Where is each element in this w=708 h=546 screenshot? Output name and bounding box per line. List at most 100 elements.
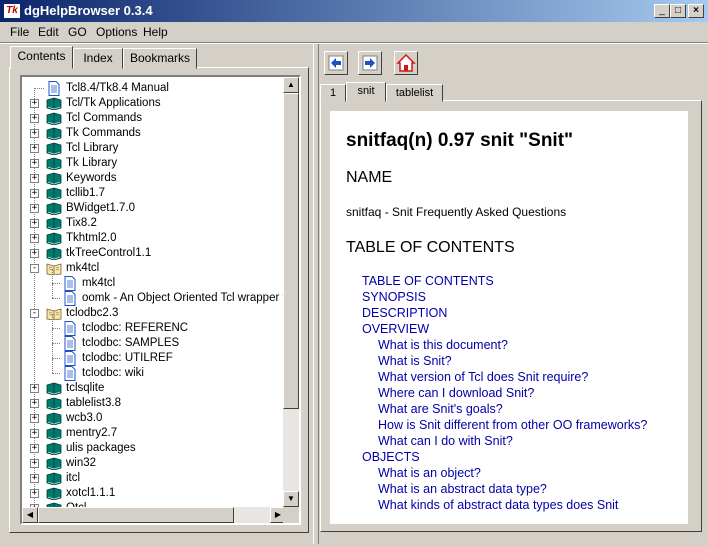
tree-document-item[interactable]: tclodbc: wiki — [22, 359, 286, 381]
pane-splitter[interactable] — [313, 44, 319, 544]
tree-folder-item[interactable]: + tablelist3.8 — [22, 396, 286, 411]
collapse-icon[interactable]: - — [30, 264, 39, 273]
tab-tablelist[interactable]: tablelist — [386, 84, 443, 102]
tab-page-1[interactable]: 1 — [320, 84, 346, 102]
tree-folder-item[interactable]: + Tcl Library — [22, 141, 286, 156]
tree-folder-item[interactable]: + Tk Library — [22, 156, 286, 171]
toc-section-link[interactable]: OBJECTS — [362, 450, 420, 464]
tree-item-label: Tk Library — [66, 157, 118, 169]
scroll-thumb[interactable] — [283, 93, 299, 409]
toc-question-link[interactable]: How is Snit different from other OO fram… — [378, 418, 647, 432]
tree-folder-item[interactable]: + win32 — [22, 456, 286, 471]
tree-folder-item[interactable]: + Tk Commands — [22, 126, 286, 141]
tab-index[interactable]: Index — [73, 48, 123, 69]
hscroll-thumb[interactable] — [38, 507, 234, 523]
expand-icon[interactable]: + — [30, 159, 39, 168]
toc-question-link[interactable]: What version of Tcl does Snit require? — [378, 370, 588, 384]
expand-icon[interactable]: + — [30, 234, 39, 243]
tree-content: Tcl8.4/Tk8.4 Manual + Tcl/Tk Applications +… — [22, 77, 286, 507]
toc-question-link[interactable]: What can I do with Snit? — [378, 434, 513, 448]
tree-vertical-scrollbar[interactable]: ▲ ▼ — [283, 77, 299, 507]
tree-folder-item[interactable]: + tkTreeControl1.1 — [22, 246, 286, 261]
tree-folder-item[interactable]: + itcl — [22, 471, 286, 486]
forward-button[interactable] — [358, 51, 382, 75]
tree-folder-item[interactable]: + tclsqlite — [22, 381, 286, 396]
expand-icon[interactable]: + — [30, 444, 39, 453]
menu-edit[interactable]: Edit — [38, 25, 59, 39]
tree-document-item[interactable]: tclodbc: UTILREF — [22, 344, 286, 366]
tree-horizontal-scrollbar[interactable]: ◀ ▶ — [22, 507, 286, 523]
maximize-button[interactable]: □ — [670, 4, 686, 18]
expand-icon[interactable]: + — [30, 99, 39, 108]
tree-folder-item[interactable]: + Tcl/Tk Applications — [22, 96, 286, 111]
minimize-button[interactable]: _ — [654, 4, 670, 18]
scroll-down-button[interactable]: ▼ — [283, 491, 299, 507]
tree-folder-item[interactable]: + Tcl Commands — [22, 111, 286, 126]
close-button[interactable]: × — [688, 4, 704, 18]
toc-section-link[interactable]: OVERVIEW — [362, 322, 429, 336]
expand-icon[interactable]: + — [30, 399, 39, 408]
expand-icon[interactable]: + — [30, 384, 39, 393]
tree-folder-item[interactable]: + wcb3.0 — [22, 411, 286, 426]
tree-document-item[interactable]: tclodbc: SAMPLES — [22, 329, 286, 351]
tree-document-item[interactable]: oomk - An Object Oriented Tcl wrapper fo… — [22, 284, 286, 306]
toc-question-link[interactable]: What are Snit's goals? — [378, 402, 503, 416]
tree-folder-item[interactable]: + mentry2.7 — [22, 426, 286, 441]
document-view[interactable]: snitfaq(n) 0.97 snit "Snit" NAME snitfaq… — [330, 111, 688, 524]
tree-item-label: tcllib1.7 — [66, 187, 105, 199]
toc-question-link[interactable]: What kinds of abstract data types does S… — [378, 498, 618, 512]
toc-question-link[interactable]: What is an abstract data type? — [378, 482, 547, 496]
tab-contents[interactable]: Contents — [10, 46, 73, 69]
title-bar: Tk dgHelpBrowser 0.3.4 _ □ × — [0, 0, 708, 22]
tree-document-item[interactable]: tclodbc: REFERENC — [22, 314, 286, 336]
expand-icon[interactable]: + — [30, 144, 39, 153]
tree-document-item[interactable]: mk4tcl — [22, 269, 286, 291]
toc-question-link[interactable]: What is an object? — [378, 466, 481, 480]
menu-bar: File Edit GO Options Help — [0, 22, 708, 42]
scroll-left-button[interactable]: ◀ — [22, 507, 38, 523]
expand-icon[interactable]: + — [30, 459, 39, 468]
tree-folder-item[interactable]: + Tkhtml2.0 — [22, 231, 286, 246]
tree-folder-item[interactable]: + Tix8.2 — [22, 216, 286, 231]
expand-icon[interactable]: + — [30, 414, 39, 423]
home-button[interactable] — [394, 51, 418, 75]
tree-folder-item[interactable]: + ulis packages — [22, 441, 286, 456]
tree-folder-item[interactable]: + xotcl1.1.1 — [22, 486, 286, 501]
expand-icon[interactable]: + — [30, 474, 39, 483]
back-button[interactable] — [324, 51, 348, 75]
toc-question-link[interactable]: What is this document? — [378, 338, 508, 352]
expand-icon[interactable]: + — [30, 219, 39, 228]
menu-help[interactable]: Help — [143, 25, 168, 39]
tab-snit[interactable]: snit — [346, 82, 386, 102]
expand-icon[interactable]: + — [30, 174, 39, 183]
expand-icon[interactable]: + — [30, 489, 39, 498]
tree-folder-item[interactable]: - mk4tcl — [22, 261, 286, 276]
scroll-corner — [283, 507, 299, 523]
toc-question-link[interactable]: Where can I download Snit? — [378, 386, 534, 400]
expand-icon[interactable]: + — [30, 114, 39, 123]
tree-document-item[interactable]: Tcl8.4/Tk8.4 Manual — [22, 81, 286, 96]
collapse-icon[interactable]: - — [30, 309, 39, 318]
tab-bookmarks[interactable]: Bookmarks — [123, 48, 197, 69]
scroll-up-button[interactable]: ▲ — [283, 77, 299, 93]
toc-section-link[interactable]: DESCRIPTION — [362, 306, 447, 320]
tree-folder-item[interactable]: - tclodbc2.3 — [22, 306, 286, 321]
closed-book-icon — [46, 172, 62, 186]
expand-icon[interactable]: + — [30, 189, 39, 198]
expand-icon[interactable]: + — [30, 204, 39, 213]
tree-folder-item[interactable]: + BWidget1.7.0 — [22, 201, 286, 216]
toc-section-link[interactable]: SYNOPSIS — [362, 290, 426, 304]
closed-book-icon — [46, 247, 62, 261]
menu-file[interactable]: File — [10, 25, 29, 39]
contents-tree[interactable]: Tcl8.4/Tk8.4 Manual + Tcl/Tk Applications +… — [20, 75, 301, 525]
tree-item-label: Tcl Library — [66, 142, 119, 154]
expand-icon[interactable]: + — [30, 129, 39, 138]
toc-section-link[interactable]: TABLE OF CONTENTS — [362, 274, 494, 288]
tree-folder-item[interactable]: + Keywords — [22, 171, 286, 186]
tree-folder-item[interactable]: + tcllib1.7 — [22, 186, 286, 201]
menu-options[interactable]: Options — [96, 25, 137, 39]
expand-icon[interactable]: + — [30, 429, 39, 438]
expand-icon[interactable]: + — [30, 249, 39, 258]
menu-go[interactable]: GO — [68, 25, 87, 39]
toc-question-link[interactable]: What is Snit? — [378, 354, 452, 368]
